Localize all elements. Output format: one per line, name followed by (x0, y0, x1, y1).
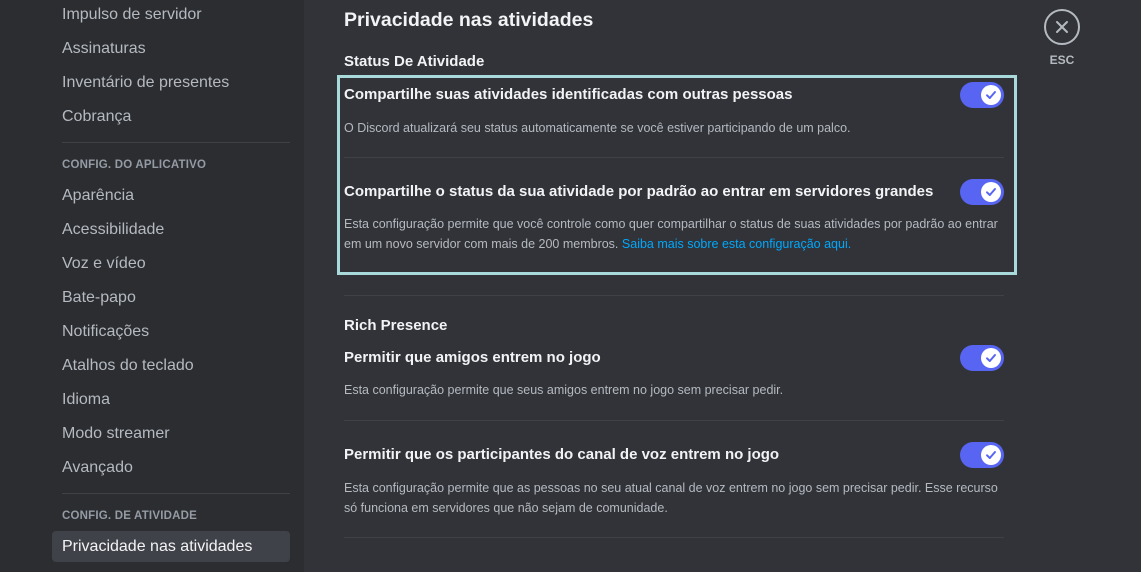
toggle-knob (981, 348, 1001, 368)
page-title: Privacidade nas atividades (344, 9, 594, 31)
setting-title-voice-participants-join: Permitir que os participantes do canal d… (344, 446, 780, 463)
setting-description-share-large-servers: Esta configuração permite que você contr… (344, 214, 999, 254)
sidebar-item-streamer-mode[interactable]: Modo streamer (52, 418, 290, 449)
sidebar-item-server-boost[interactable]: Impulso de servidor (52, 0, 290, 30)
toggle-share-large-servers[interactable] (960, 179, 1004, 205)
setting-divider (344, 420, 1004, 421)
sidebar-item-notifications[interactable]: Notificações (52, 316, 290, 347)
settings-sidebar: Impulso de servidor Assinaturas Inventár… (0, 0, 304, 572)
section-title-activity-status: Status De Atividade (344, 53, 485, 70)
sidebar-header-activity-settings: CONFIG. DE ATIVIDADE (62, 510, 197, 522)
sidebar-item-activity-privacy[interactable]: Privacidade nas atividades (52, 531, 290, 562)
setting-divider (344, 157, 1004, 158)
section-title-rich-presence: Rich Presence (344, 317, 448, 334)
toggle-friends-join[interactable] (960, 345, 1004, 371)
sidebar-item-advanced[interactable]: Avançado (52, 452, 290, 483)
setting-description-share-activities: O Discord atualizará seu status automati… (344, 121, 851, 135)
check-icon (986, 91, 996, 99)
setting-description-friends-join: Esta configuração permite que seus amigo… (344, 383, 784, 397)
sidebar-item-accessibility[interactable]: Acessibilidade (52, 214, 290, 245)
sidebar-item-gift-inventory[interactable]: Inventário de presentes (52, 67, 290, 98)
section-divider (344, 295, 1004, 296)
sidebar-item-language[interactable]: Idioma (52, 384, 290, 415)
settings-window: Impulso de servidor Assinaturas Inventár… (0, 0, 1141, 572)
sidebar-header-app-settings: CONFIG. DO APLICATIVO (62, 159, 207, 171)
toggle-share-activities[interactable] (960, 82, 1004, 108)
sidebar-item-subscriptions[interactable]: Assinaturas (52, 33, 290, 64)
sidebar-item-voice-video[interactable]: Voz e vídeo (52, 248, 290, 279)
check-icon (986, 188, 996, 196)
learn-more-link[interactable]: Saiba mais sobre esta configuração aqui. (622, 237, 851, 251)
toggle-voice-participants-join[interactable] (960, 442, 1004, 468)
sidebar-item-keybinds[interactable]: Atalhos do teclado (52, 350, 290, 381)
toggle-knob (981, 445, 1001, 465)
setting-description-voice-participants-join: Esta configuração permite que as pessoas… (344, 481, 998, 515)
setting-title-friends-join: Permitir que amigos entrem no jogo (344, 349, 601, 366)
close-icon (1056, 21, 1068, 33)
close-button[interactable] (1044, 9, 1080, 45)
sidebar-item-appearance[interactable]: Aparência (52, 180, 290, 211)
check-icon (986, 451, 996, 459)
toggle-knob (981, 182, 1001, 202)
sidebar-item-billing[interactable]: Cobrança (52, 101, 290, 132)
sidebar-item-chat[interactable]: Bate-papo (52, 282, 290, 313)
setting-divider (344, 537, 1004, 538)
esc-label: ESC (1049, 53, 1075, 67)
sidebar-divider (62, 142, 290, 143)
check-icon (986, 354, 996, 362)
toggle-knob (981, 85, 1001, 105)
sidebar-divider (62, 493, 290, 494)
setting-title-share-large-servers: Compartilhe o status da sua atividade po… (344, 183, 934, 200)
setting-title-share-activities: Compartilhe suas atividades identificada… (344, 86, 793, 103)
